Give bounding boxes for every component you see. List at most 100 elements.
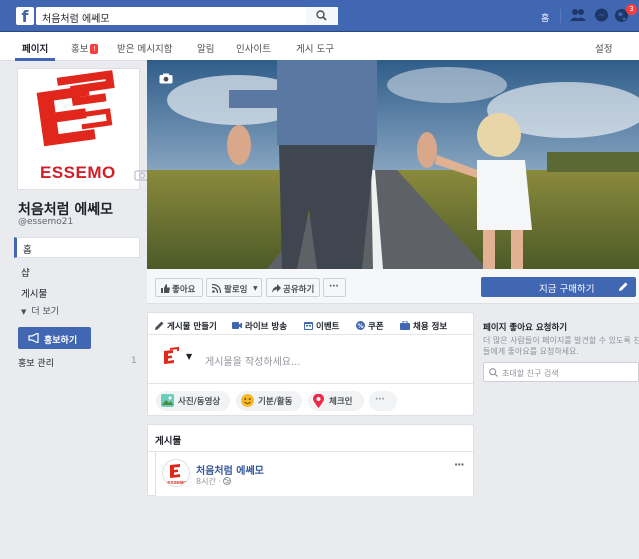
page-handle[interactable]: @essemo21 <box>18 217 73 227</box>
page-name: 처음처럼 에쎄모 <box>18 202 114 218</box>
top-bar: f 처음처럼 에쎄모 홈 3 <box>0 0 639 32</box>
composer-tab-coupon[interactable]: % 쿠폰 <box>356 320 384 332</box>
active-tab-indicator <box>15 58 55 61</box>
profile-picture[interactable]: ESSEMO <box>17 68 150 190</box>
more-composer-options[interactable]: ··· <box>369 391 397 411</box>
search-input[interactable]: 처음처럼 에쎄모 <box>36 7 338 25</box>
photo-video-button[interactable]: 사진/동영상 <box>156 391 230 411</box>
composer-avatar-dropdown-icon[interactable]: ▼ <box>186 352 192 361</box>
top-divider <box>560 9 561 23</box>
edit-icon <box>155 321 164 330</box>
manage-promotions-link[interactable]: 홍보 관리 <box>18 356 54 369</box>
following-button[interactable]: 팔로잉 ▼ <box>206 278 262 297</box>
facebook-logo-icon[interactable]: f <box>16 7 34 26</box>
globe-icon <box>223 477 232 485</box>
composer-tab-create-post[interactable]: 게시물 만들기 <box>155 320 217 332</box>
tab-settings[interactable]: 설정 <box>595 41 612 55</box>
photo-video-label: 사진/동영상 <box>178 397 221 407</box>
composer-tab-label: 채용 정보 <box>413 322 448 332</box>
posts-title: 게시물 <box>155 436 182 447</box>
sidebar-item-home[interactable]: 홈 <box>14 237 140 258</box>
share-arrow-icon <box>272 284 281 293</box>
search-input-value: 처음처럼 에쎄모 <box>42 14 110 25</box>
composer-tab-label: 쿠폰 <box>368 322 384 332</box>
sidebar-item-label: 홈 <box>23 245 32 256</box>
like-button-label: 좋아요 <box>172 285 196 295</box>
invite-likes-title: 페이지 좋아요 요청하기 <box>483 323 568 333</box>
friend-requests-icon[interactable] <box>570 8 586 22</box>
check-in-label: 체크인 <box>329 397 353 407</box>
composer-input[interactable]: 게시물을 작성하세요... <box>205 353 301 368</box>
sidebar-item-shop[interactable]: 샵 <box>21 265 30 279</box>
composer-tab-label: 게시물 만들기 <box>167 322 217 332</box>
tab-insights[interactable]: 인사이트 <box>236 41 271 55</box>
tab-promote[interactable]: 홍보! <box>71 41 99 55</box>
composer-divider-2 <box>148 383 473 384</box>
more-actions-label: ··· <box>329 282 339 292</box>
composer-avatar <box>164 347 179 364</box>
sidebar-item-posts[interactable]: 게시물 <box>21 286 47 300</box>
messenger-icon[interactable] <box>594 8 609 23</box>
promote-alert-badge: ! <box>90 44 99 54</box>
briefcase-icon <box>400 320 410 330</box>
like-button[interactable]: 좋아요 <box>155 278 203 297</box>
calendar-icon <box>304 322 313 330</box>
composer-tab-event[interactable]: 이벤트 <box>304 320 339 332</box>
composer-tab-label: 라이브 방송 <box>245 322 288 332</box>
invite-search-placeholder: 초대할 친구 검색 <box>502 369 559 378</box>
invite-likes-description: 더 많은 사람들이 페이지를 발견할 수 있도록 친구 들에게 좋아요를 요청하… <box>483 335 639 357</box>
following-button-label: 팔로잉 <box>224 285 248 295</box>
tab-inbox[interactable]: 받은 메시지함 <box>117 41 172 55</box>
live-video-icon <box>232 322 242 329</box>
buy-now-label: 지금 구매하기 <box>539 284 595 295</box>
feeling-activity-label: 기분/활동 <box>258 397 293 407</box>
photo-icon <box>161 394 174 407</box>
invite-desc-line-1: 더 많은 사람들이 페이지를 발견할 수 있도록 친구 <box>483 336 639 345</box>
share-button-label: 공유하기 <box>283 285 315 295</box>
cover-photo-image <box>147 60 639 269</box>
more-composer-label: ··· <box>375 395 385 405</box>
post-avatar[interactable]: ESSEMO <box>162 459 190 487</box>
sidebar-more-label: 더 보기 <box>31 307 60 317</box>
tab-promote-label: 홍보 <box>71 44 89 55</box>
feeling-activity-button[interactable]: 기분/활동 <box>236 391 302 411</box>
cover-camera-icon[interactable] <box>159 73 173 84</box>
post-timestamp[interactable]: 8시간 · <box>196 476 232 487</box>
promote-button-label: 홍보하기 <box>44 336 78 346</box>
pencil-icon <box>619 282 628 291</box>
top-home-link[interactable]: 홈 <box>541 11 549 24</box>
composer-tab-jobs[interactable]: 채용 정보 <box>400 320 447 332</box>
check-in-button[interactable]: 체크인 <box>308 391 364 411</box>
location-pin-icon <box>313 394 324 408</box>
invite-friends-search-input[interactable]: 초대할 친구 검색 <box>483 362 639 382</box>
cover-photo[interactable] <box>147 60 639 269</box>
megaphone-icon <box>28 333 39 343</box>
search-icon <box>489 368 498 377</box>
tab-publishing-tools[interactable]: 게시 도구 <box>296 41 334 55</box>
svg-text:ESSEMO: ESSEMO <box>167 480 187 485</box>
share-button[interactable]: 공유하기 <box>266 278 320 297</box>
sidebar-more[interactable]: ▼ 더 보기 <box>21 304 59 317</box>
manage-promotions-count: 1 <box>131 356 137 366</box>
essemo-logo-text: ESSEMO <box>40 163 116 182</box>
coupon-icon: % <box>356 321 365 330</box>
tab-page[interactable]: 페이지 <box>22 41 48 55</box>
post-options-button[interactable]: ··· <box>454 458 465 471</box>
search-icon <box>316 10 327 21</box>
follow-dropdown-icon: ▼ <box>253 285 258 292</box>
composer-tab-live[interactable]: 라이브 방송 <box>232 320 287 332</box>
invite-desc-line-2: 들에게 좋아요를 요청하세요. <box>483 347 579 356</box>
buy-now-button[interactable]: 지금 구매하기 <box>481 277 636 297</box>
smiley-icon <box>241 394 254 407</box>
promote-button[interactable]: 홍보하기 <box>18 327 91 349</box>
tab-notifications[interactable]: 알림 <box>197 41 214 55</box>
more-actions-button[interactable]: ··· <box>323 278 346 297</box>
chevron-down-icon: ▼ <box>21 308 27 316</box>
composer-divider <box>148 334 473 335</box>
page-nav-bar: 페이지 홍보! 받은 메시지함 알림 인사이트 게시 도구 설정 <box>0 32 639 61</box>
post-author[interactable]: 처음처럼 에쎄모 <box>196 462 264 477</box>
composer-tab-label: 이벤트 <box>316 322 340 332</box>
svg-text:%: % <box>357 323 363 330</box>
search-button[interactable] <box>306 7 338 25</box>
thumbs-up-icon <box>161 284 170 293</box>
